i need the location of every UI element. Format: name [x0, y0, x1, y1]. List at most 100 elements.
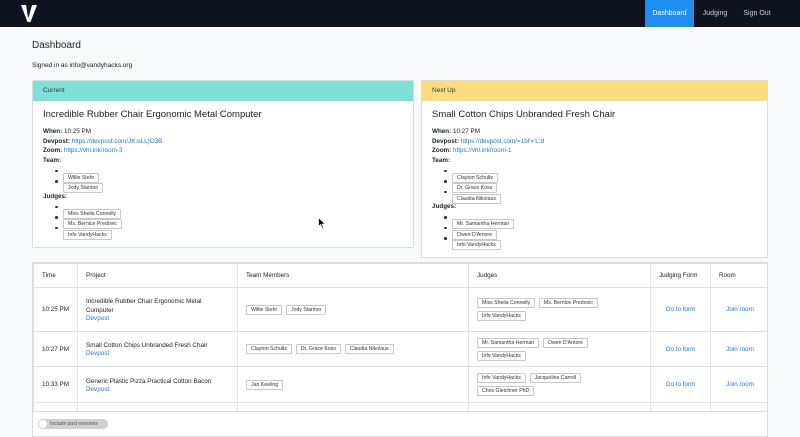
- current-when: When: 10:25 PM: [43, 128, 91, 135]
- team-member-chip: Jody Stanton: [285, 304, 327, 315]
- row-judges: Mr. Samantha Herman Owen D'Amore Info Va…: [468, 331, 651, 367]
- current-card-header: Current: [33, 81, 413, 101]
- row-project: Small Cotton Chips Unbranded Fresh Chair…: [77, 331, 238, 367]
- project-name: Small Cotton Chips Unbranded Fresh Chair: [86, 342, 208, 349]
- page-title: Dashboard: [32, 40, 81, 51]
- current-judges-list: Miss Sheila Connelly Ms. Bernice Predovi…: [55, 202, 413, 240]
- nav-judging[interactable]: Judging: [694, 0, 736, 27]
- next-up-team-list: Clayton Schultz Dr. Grace Koss Claudia N…: [444, 166, 767, 204]
- team-member-chip: Claudia Nikolaus: [452, 193, 501, 204]
- current-project-title: Incredible Rubber Chair Ergonomic Metal …: [43, 109, 262, 120]
- toggle-knob: [39, 420, 47, 428]
- list-item: Mr. Samantha Herman: [444, 212, 767, 229]
- row-team: Jan Keeling: [237, 366, 469, 403]
- list-item: Miss Sheila Connelly: [55, 202, 413, 219]
- team-member-chip: Claudia Nikolaus: [344, 344, 394, 354]
- list-item: Claudia Nikolaus: [444, 187, 767, 204]
- row-cell: [710, 402, 767, 411]
- signed-in-text: Signed in as info@vandyhacks.org: [32, 62, 133, 69]
- row-judging-form: Go to form: [650, 331, 711, 367]
- table-row-partial: [33, 402, 767, 411]
- column-header-team-members: Team Members: [237, 263, 469, 288]
- nav-dashboard[interactable]: Dashboard: [645, 0, 694, 27]
- current-zoom: Zoom: https://vhl.ink/room-3: [43, 147, 123, 154]
- list-item: Ms. Bernice Predovic: [55, 212, 413, 229]
- join-room-link[interactable]: Join room: [726, 306, 754, 313]
- table-header-row: Time Project Team Members Judges Judging…: [33, 263, 767, 288]
- row-judging-form: Go to form: [650, 366, 711, 403]
- devpost-link[interactable]: Devpost: [86, 315, 109, 322]
- list-item: Clayton Schultz: [444, 166, 767, 183]
- include-past-sessions-toggle[interactable]: Include past sessions: [38, 419, 108, 429]
- devpost-link[interactable]: Devpost: [86, 350, 109, 357]
- team-member-chip: Willie Stehr: [246, 304, 283, 315]
- row-project: Incredible Rubber Chair Ergonomic Metal …: [77, 287, 238, 332]
- row-cell: [77, 402, 238, 411]
- current-judges-label: Judges:: [43, 192, 68, 200]
- current-devpost: Devpost: https://devpost.com/JK.oLL)O3B: [43, 137, 163, 145]
- current-card: Current Incredible Rubber Chair Ergonomi…: [32, 80, 414, 248]
- row-cell: [237, 402, 469, 411]
- row-team: Clayton Schultz Dr. Grace Koss Claudia N…: [237, 331, 469, 367]
- project-name: Generic Plastic Pizza Practical Cotton B…: [86, 377, 212, 385]
- next-up-team-label: Team:: [432, 156, 451, 164]
- table-footer: [32, 412, 768, 437]
- row-judges: Miss Sheila Connelly Ms. Bernice Predovi…: [468, 287, 651, 332]
- top-navbar: Dashboard Judging Sign Out: [0, 0, 800, 27]
- team-member-chip: Dr. Grace Koss: [295, 344, 341, 354]
- next-up-zoom-link[interactable]: https://vhl.ink/room-1: [453, 147, 511, 154]
- judge-chip: Mr. Samantha Herman: [477, 337, 540, 348]
- judge-chip: Info VandyHacks: [477, 373, 526, 383]
- devpost-link[interactable]: Devpost: [86, 386, 109, 393]
- judge-chip: Info VandyHacks: [477, 350, 526, 361]
- current-team-label: Team:: [43, 156, 62, 164]
- go-to-form-link[interactable]: Go to form: [666, 381, 696, 388]
- next-up-zoom: Zoom: https://vhl.ink/room-1: [432, 147, 512, 154]
- next-up-project-title: Small Cotton Chips Unbranded Fresh Chair: [432, 109, 616, 120]
- list-item: Jody Stanton: [55, 176, 413, 193]
- schedule-table: Time Project Team Members Judges Judging…: [33, 263, 767, 411]
- next-up-card: Next Up Small Cotton Chips Unbranded Fre…: [421, 80, 768, 258]
- row-team: Willie Stehr Jody Stanton: [237, 287, 469, 332]
- go-to-form-link[interactable]: Go to form: [666, 346, 696, 353]
- vandyhacks-logo-icon[interactable]: [20, 4, 38, 23]
- next-up-judges-label: Judges:: [432, 203, 457, 210]
- row-room: Join room: [710, 287, 767, 332]
- row-judging-form: Go to form: [650, 287, 711, 332]
- team-member-chip: Clayton Schultz: [246, 344, 293, 354]
- next-up-devpost: Devpost: https://devpost.com/=1bl'='L:d: [432, 137, 544, 145]
- next-up-card-header: Next Up: [422, 81, 767, 101]
- column-header-judging-form: Judging Form: [650, 263, 711, 288]
- join-room-link[interactable]: Join room: [726, 346, 754, 353]
- row-project: Generic Plastic Pizza Practical Cotton B…: [77, 366, 238, 403]
- judge-chip: Owen D'Amore: [542, 337, 588, 348]
- table-row: 10:25 PM Incredible Rubber Chair Ergonom…: [33, 287, 767, 332]
- table-row: 10:33 PM Generic Plastic Pizza Practical…: [33, 366, 767, 403]
- row-room: Join room: [710, 331, 767, 367]
- row-cell: [33, 402, 78, 411]
- current-devpost-link[interactable]: https://devpost.com/JK.oLL)O3B: [72, 138, 163, 145]
- toggle-label: Include past sessions: [50, 421, 98, 427]
- row-cell: [650, 402, 711, 411]
- table-row: 10:27 PM Small Cotton Chips Unbranded Fr…: [33, 331, 767, 367]
- list-item: Owen D'Amore: [444, 223, 767, 240]
- next-up-devpost-link[interactable]: https://devpost.com/=1bl'='L:d: [461, 138, 544, 145]
- row-time: 10:33 PM: [33, 366, 78, 403]
- column-header-room: Room: [710, 263, 767, 288]
- judge-chip: Info VandyHacks: [63, 229, 112, 240]
- project-name: Incredible Rubber Chair Ergonomic Metal …: [86, 298, 202, 314]
- team-member-chip: Jody Stanton: [63, 183, 104, 193]
- go-to-form-link[interactable]: Go to form: [666, 306, 696, 313]
- join-room-link[interactable]: Join room: [726, 381, 754, 388]
- next-up-when: When: 10:27 PM: [432, 128, 480, 135]
- team-member-chip: Jan Keeling: [246, 379, 284, 390]
- current-zoom-link[interactable]: https://vhl.ink/room-3: [64, 147, 122, 154]
- judge-chip: Chris Gleichner PhD: [477, 386, 535, 396]
- row-judges: Info VandyHacks Jacqueline Carroll Chris…: [468, 366, 651, 403]
- mouse-cursor-icon: [318, 217, 326, 229]
- row-cell: [468, 402, 651, 411]
- nav-sign-out[interactable]: Sign Out: [736, 0, 778, 27]
- row-time: 10:25 PM: [33, 287, 78, 332]
- schedule-table-container[interactable]: Time Project Team Members Judges Judging…: [32, 262, 768, 412]
- judge-chip: Miss Sheila Connelly: [477, 298, 536, 308]
